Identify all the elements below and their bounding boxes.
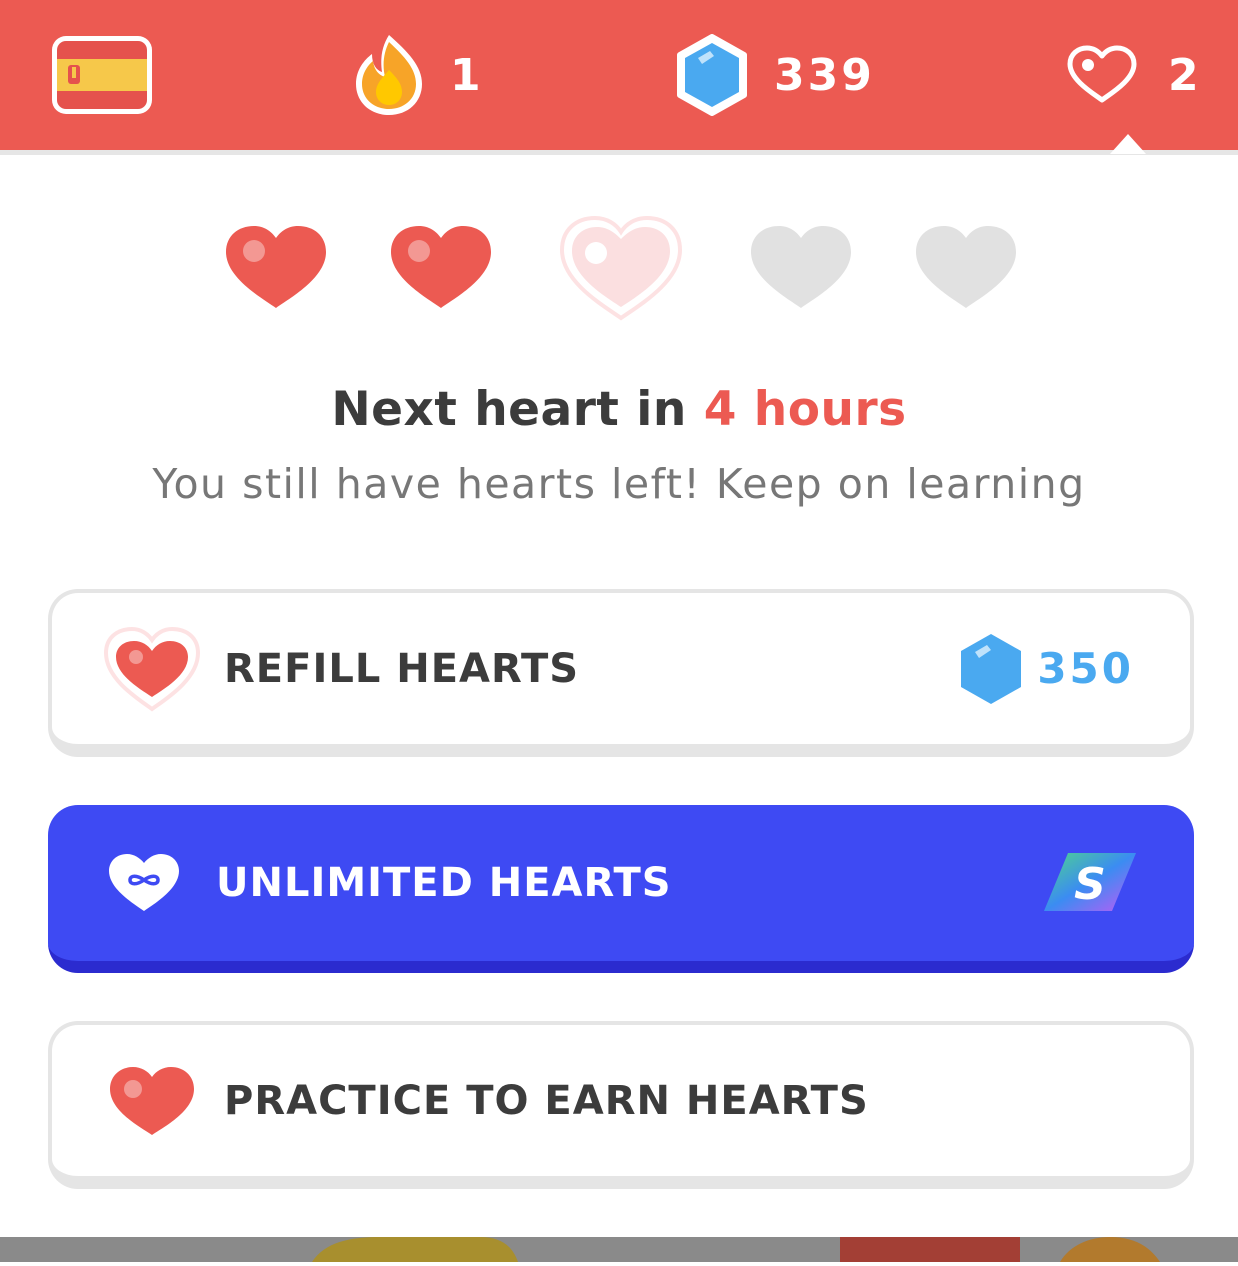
heart-outline-icon — [1067, 45, 1137, 103]
heart-empty-icon — [916, 226, 1016, 308]
heart-refill-icon — [103, 626, 201, 711]
streak-counter[interactable]: 1 — [352, 0, 484, 150]
gems-counter[interactable]: 339 — [676, 0, 875, 150]
next-heart-prefix: Next heart in — [331, 382, 704, 437]
background-overlay-strip — [0, 1237, 1238, 1262]
hearts-subtext: You still have hearts left! Keep on lear… — [152, 460, 1086, 508]
top-bar-border — [0, 150, 1238, 155]
svg-text:S: S — [1074, 859, 1106, 910]
refill-price-value: 350 — [1037, 644, 1134, 693]
gems-count: 339 — [774, 49, 875, 101]
hearts-counter[interactable]: 2 — [1066, 0, 1202, 150]
heart-refilling-icon — [559, 215, 683, 321]
infinity-heart-icon — [109, 854, 179, 911]
flame-icon — [356, 35, 422, 115]
background-illustration — [312, 1237, 1160, 1262]
heart-icon — [110, 1066, 194, 1135]
practice-earn-hearts-button[interactable]: PRACTICE TO EARN HEARTS — [48, 1021, 1194, 1189]
spain-flag-icon — [52, 36, 152, 114]
course-flag-button[interactable] — [48, 0, 156, 150]
gem-icon — [677, 34, 747, 116]
top-bar: 1 339 2 — [0, 0, 1238, 150]
heart-full-icon — [391, 226, 491, 308]
super-s-icon: S — [1044, 853, 1136, 911]
refill-price: 350 — [959, 632, 1134, 706]
streak-count: 1 — [450, 49, 484, 101]
refill-hearts-button[interactable]: REFILL HEARTS 350 — [48, 589, 1194, 757]
heart-full-icon — [226, 226, 326, 308]
unlimited-hearts-label: UNLIMITED HEARTS — [216, 860, 672, 906]
next-heart-time: 4 hours — [703, 382, 907, 437]
hearts-meter — [0, 200, 1238, 330]
refill-hearts-label: REFILL HEARTS — [224, 645, 580, 692]
next-heart-timer: Next heart in 4 hours — [0, 382, 1238, 437]
gem-icon — [961, 633, 1022, 704]
practice-earn-hearts-label: PRACTICE TO EARN HEARTS — [224, 1077, 869, 1124]
hearts-count: 2 — [1168, 49, 1202, 101]
popover-caret — [1110, 134, 1146, 154]
unlimited-hearts-button[interactable]: UNLIMITED HEARTS S — [48, 805, 1194, 973]
heart-empty-icon — [751, 226, 851, 308]
